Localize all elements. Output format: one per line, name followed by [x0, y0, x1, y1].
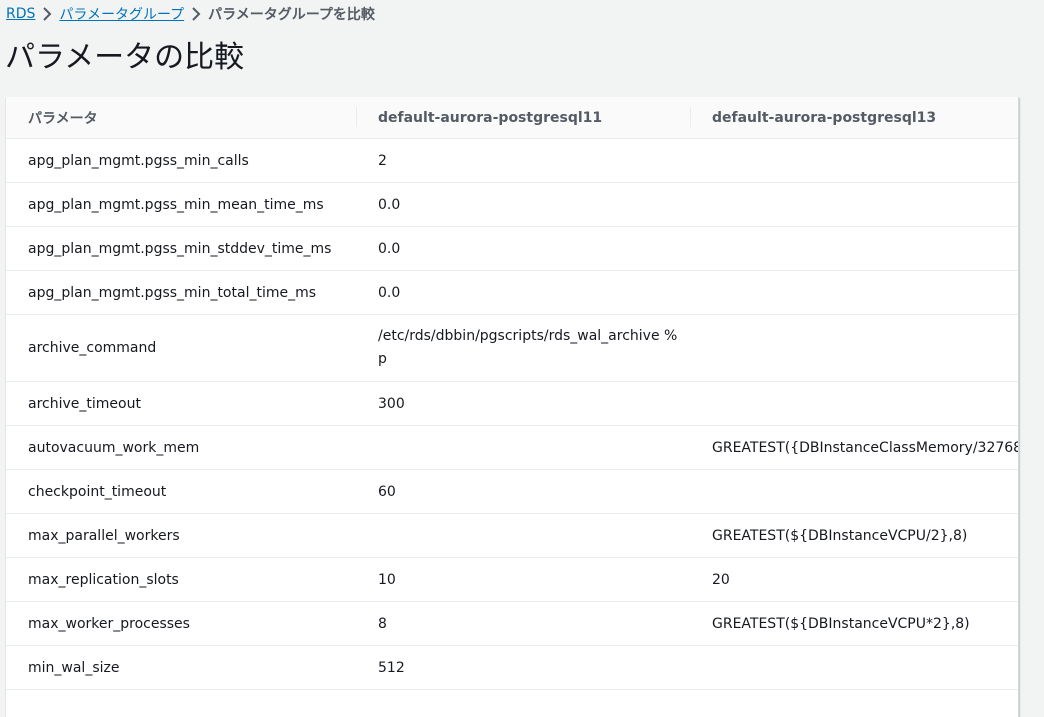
pg11-value-cell: 10	[356, 557, 690, 602]
param-name-cell: archive_timeout	[6, 381, 356, 426]
table-row: archive_timeout 300	[6, 381, 1018, 426]
table-row: min_wal_size 512	[6, 645, 1018, 690]
breadcrumb-link-parameter-groups[interactable]: パラメータグループ	[59, 4, 184, 24]
breadcrumb-link-rds[interactable]: RDS	[6, 6, 35, 22]
table-row: archive_command /etc/rds/dbbin/pgscripts…	[6, 314, 1018, 382]
pg13-value-cell	[690, 314, 1018, 382]
comparison-panel: パラメータ default-aurora-postgresql11 defaul…	[6, 97, 1019, 717]
pg13-value-cell	[690, 270, 1018, 315]
column-header-label: パラメータ	[28, 110, 98, 127]
param-name-cell: apg_plan_mgmt.pgss_min_total_time_ms	[6, 270, 356, 315]
pg13-value-cell	[690, 381, 1018, 426]
table-row: max_parallel_workers GREATEST(${DBInstan…	[6, 513, 1018, 558]
pg11-value-cell: 0.0	[356, 226, 690, 271]
table-row: max_replication_slots 10 20	[6, 557, 1018, 602]
pg11-value-cell: 2	[356, 138, 690, 183]
pg11-value-cell: 300	[356, 381, 690, 426]
chevron-right-icon	[184, 6, 208, 22]
comparison-table: パラメータ default-aurora-postgresql11 defaul…	[6, 97, 1018, 690]
table-row: apg_plan_mgmt.pgss_min_stddev_time_ms 0.…	[6, 226, 1018, 271]
param-name-cell: autovacuum_work_mem	[6, 425, 356, 470]
pg13-value-cell: GREATEST(${DBInstanceVCPU/2},8)	[690, 513, 1018, 558]
table-row: autovacuum_work_mem GREATEST({DBInstance…	[6, 425, 1018, 470]
table-row: apg_plan_mgmt.pgss_min_mean_time_ms 0.0	[6, 182, 1018, 227]
column-header-parameter: パラメータ	[6, 97, 356, 139]
param-name-cell: apg_plan_mgmt.pgss_min_mean_time_ms	[6, 182, 356, 227]
param-name-cell: max_parallel_workers	[6, 513, 356, 558]
table-row: apg_plan_mgmt.pgss_min_calls 2	[6, 138, 1018, 183]
param-name-cell: archive_command	[6, 314, 356, 382]
pg11-value-cell	[356, 513, 690, 558]
chevron-right-icon	[35, 6, 59, 22]
pg13-value-cell: GREATEST(${DBInstanceVCPU*2},8)	[690, 601, 1018, 646]
pg13-value-cell	[690, 469, 1018, 514]
pg11-value-cell	[356, 425, 690, 470]
param-name-cell: max_replication_slots	[6, 557, 356, 602]
breadcrumb: RDS パラメータグループ パラメータグループを比較	[6, 4, 375, 24]
pg13-value-cell	[690, 138, 1018, 183]
pg11-value-cell: 0.0	[356, 270, 690, 315]
pg11-value-cell: 0.0	[356, 182, 690, 227]
pg13-value-cell: GREATEST({DBInstanceClassMemory/32768	[690, 425, 1018, 470]
table-row: checkpoint_timeout 60	[6, 469, 1018, 514]
param-name-cell: max_worker_processes	[6, 601, 356, 646]
pg11-value-cell: 512	[356, 645, 690, 690]
column-header-label: default-aurora-postgresql11	[378, 109, 603, 126]
pg13-value-cell	[690, 645, 1018, 690]
pg11-value-cell: /etc/rds/dbbin/pgscripts/rds_wal_archive…	[356, 314, 690, 382]
pg11-value-cell: 8	[356, 601, 690, 646]
column-header-label: default-aurora-postgresql13	[712, 109, 937, 126]
table-row: apg_plan_mgmt.pgss_min_total_time_ms 0.0	[6, 270, 1018, 315]
breadcrumb-current: パラメータグループを比較	[208, 7, 375, 23]
pg13-value-cell	[690, 226, 1018, 271]
pg11-value-cell: 60	[356, 469, 690, 514]
param-name-cell: apg_plan_mgmt.pgss_min_calls	[6, 138, 356, 183]
pg13-value-cell	[690, 182, 1018, 227]
param-name-cell: checkpoint_timeout	[6, 469, 356, 514]
column-header-pg13: default-aurora-postgresql13	[690, 97, 1018, 139]
pg13-value-cell: 20	[690, 557, 1018, 602]
param-name-cell: apg_plan_mgmt.pgss_min_stddev_time_ms	[6, 226, 356, 271]
table-row: max_worker_processes 8 GREATEST(${DBInst…	[6, 601, 1018, 646]
table-header-row: パラメータ default-aurora-postgresql11 defaul…	[6, 97, 1018, 139]
param-name-cell: min_wal_size	[6, 645, 356, 690]
column-header-pg11: default-aurora-postgresql11	[356, 97, 690, 139]
page-title: パラメータの比較	[5, 40, 245, 75]
